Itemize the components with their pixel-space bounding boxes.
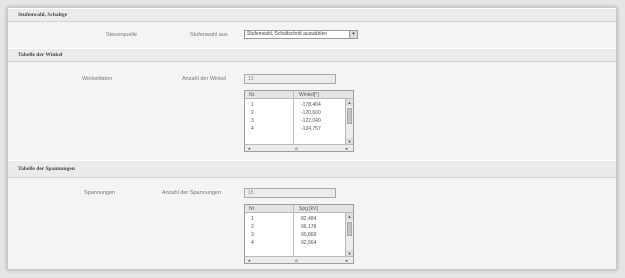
table-row[interactable]: 3 90,868	[245, 231, 345, 239]
scroll-thumb[interactable]	[347, 222, 352, 236]
section-header-angles: Tabelle der Winkel	[8, 48, 616, 62]
scroll-right-icon[interactable]: ►	[345, 257, 349, 263]
voltages-table[interactable]: Nr. Spg.[kV] 1 82,484 2 96,178 3 90,868 …	[244, 204, 354, 264]
scroll-up-icon[interactable]: ▲	[346, 213, 353, 220]
horizontal-scrollbar[interactable]: ◄ III ►	[245, 256, 353, 263]
angles-col-value: Winkel[°]	[299, 92, 319, 98]
voltages-table-header: Nr. Spg.[kV]	[245, 205, 353, 213]
scroll-grip-icon[interactable]: III	[295, 145, 298, 151]
cell-nr: 2	[251, 224, 254, 230]
voltages-count-field[interactable]: 15	[244, 188, 336, 198]
table-row[interactable]: 2 96,178	[245, 223, 345, 231]
scroll-up-icon[interactable]: ▲	[346, 99, 353, 106]
table-row[interactable]: 2 -120,600	[245, 109, 345, 117]
scroll-left-icon[interactable]: ◄	[247, 257, 251, 263]
cell-value: 82,484	[301, 216, 317, 222]
settings-row-label: Steuerquelle	[106, 32, 137, 38]
table-row[interactable]: 4 -124,757	[245, 125, 345, 133]
section-header-voltages: Tabelle der Spannungen	[8, 160, 616, 178]
vertical-scrollbar[interactable]: ▲ ▼	[345, 99, 353, 145]
cell-nr: 1	[251, 216, 254, 222]
chevron-down-icon[interactable]: ▾	[349, 31, 357, 38]
angles-count-field[interactable]: 13	[244, 74, 336, 84]
scroll-left-icon[interactable]: ◄	[247, 145, 251, 151]
angles-table[interactable]: Nr. Winkel[°] 1 -178,404 2 -120,600 3 -1…	[244, 90, 354, 152]
cell-nr: 2	[251, 110, 254, 116]
angles-table-header: Nr. Winkel[°]	[245, 91, 353, 99]
cell-value: -178,404	[301, 102, 321, 108]
scroll-thumb[interactable]	[347, 108, 352, 124]
angles-col-nr: Nr.	[249, 92, 256, 98]
cell-value: -122,040	[301, 118, 321, 124]
settings-field-label: Stufenwahl aus	[190, 32, 228, 38]
stufenwahl-select-value: Stufenwahl, Schaltschritt auswählen	[247, 31, 328, 37]
angles-row-label: Winkeldaten	[82, 76, 113, 82]
table-row[interactable]: 1 82,484	[245, 215, 345, 223]
angles-count-label: Anzahl der Winkel	[182, 76, 227, 82]
scroll-grip-icon[interactable]: III	[295, 257, 298, 263]
cell-value: 92,664	[301, 240, 317, 246]
table-row[interactable]: 3 -122,040	[245, 117, 345, 125]
section-title-voltages: Tabelle der Spannungen	[18, 166, 75, 172]
dialog-frame: Stufenwahl, Schaltge Steuerquelle Stufen…	[7, 7, 617, 270]
voltages-row-label: Spannungen	[84, 190, 116, 196]
cell-value: -124,757	[301, 126, 321, 132]
vertical-scrollbar[interactable]: ▲ ▼	[345, 213, 353, 257]
stufenwahl-select[interactable]: Stufenwahl, Schaltschritt auswählen ▾	[244, 30, 358, 39]
section-title-angles: Tabelle der Winkel	[18, 52, 63, 58]
section-title-settings: Stufenwahl, Schaltge	[18, 12, 68, 18]
horizontal-scrollbar[interactable]: ◄ III ►	[245, 144, 353, 151]
voltages-col-nr: Nr.	[249, 206, 256, 212]
cell-nr: 4	[251, 240, 254, 246]
cell-nr: 1	[251, 102, 254, 108]
voltages-count-label: Anzahl der Spannungen	[162, 190, 222, 196]
cell-value: 96,178	[301, 224, 317, 230]
cell-nr: 4	[251, 126, 254, 132]
cell-value: -120,600	[301, 110, 321, 116]
cell-nr: 3	[251, 118, 254, 124]
section-header-settings: Stufenwahl, Schaltge	[8, 8, 616, 22]
cell-nr: 3	[251, 232, 254, 238]
cell-value: 90,868	[301, 232, 317, 238]
scroll-right-icon[interactable]: ►	[345, 145, 349, 151]
voltages-col-value: Spg.[kV]	[299, 206, 318, 212]
table-row[interactable]: 4 92,664	[245, 239, 345, 247]
table-row[interactable]: 1 -178,404	[245, 101, 345, 109]
